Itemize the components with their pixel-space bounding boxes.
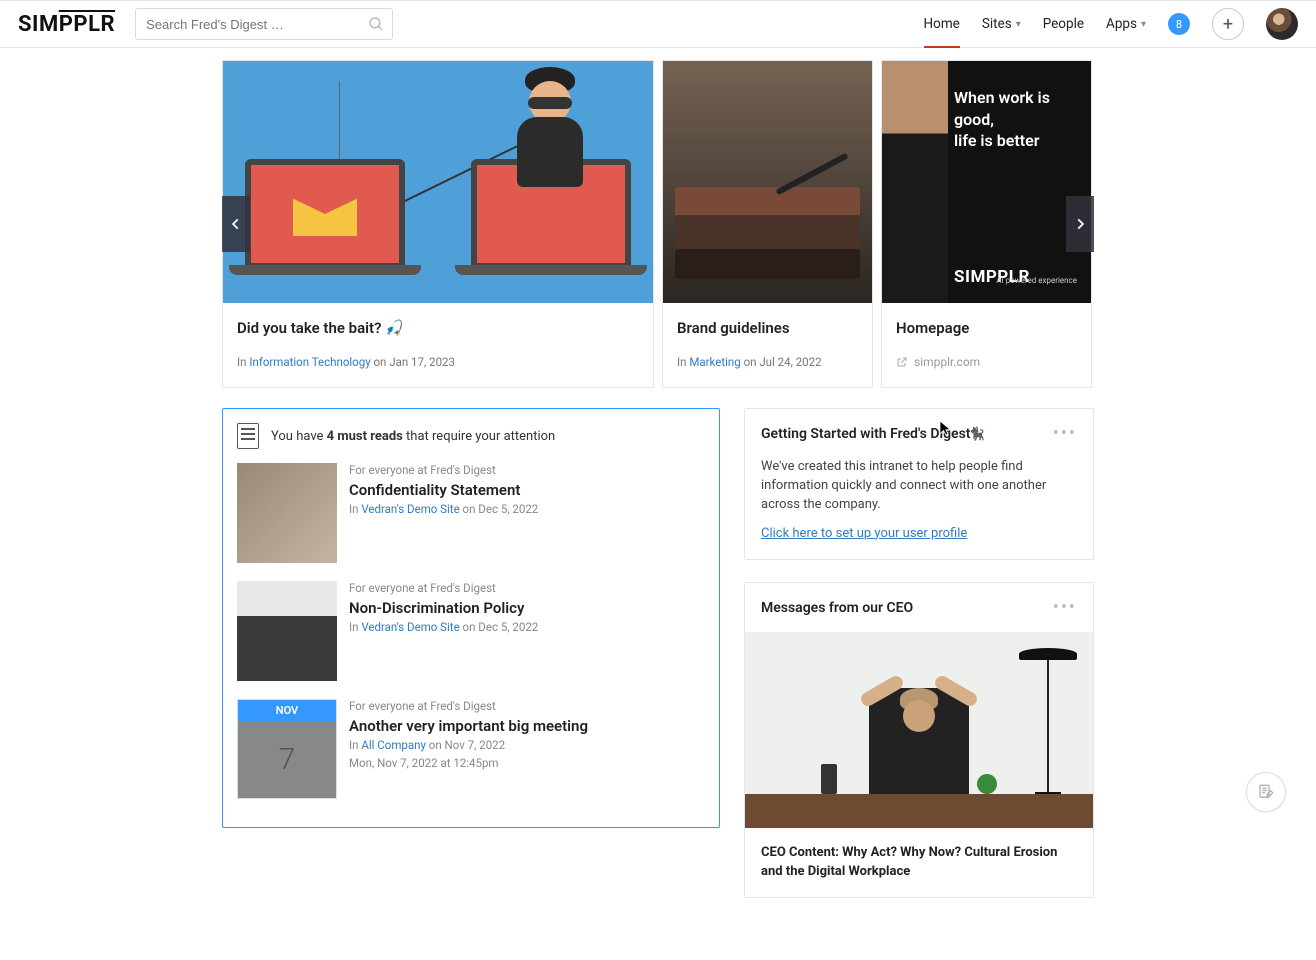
- chevron-right-icon: [1073, 217, 1087, 231]
- widget-menu[interactable]: •••: [1053, 423, 1077, 444]
- user-avatar[interactable]: [1266, 8, 1298, 40]
- ceo-image: [745, 632, 1093, 828]
- item-title: Another very important big meeting: [349, 717, 705, 735]
- carousel-card[interactable]: Brand guidelines In Marketing on Jul 24,…: [662, 60, 873, 388]
- site-link[interactable]: Vedran's Demo Site: [361, 620, 459, 634]
- nav-people[interactable]: People: [1043, 16, 1084, 32]
- item-title: Non-Discrimination Policy: [349, 599, 705, 617]
- item-datetime: Mon, Nov 7, 2022 at 12:45pm: [349, 756, 705, 770]
- carousel-prev[interactable]: [222, 196, 250, 252]
- card-title: Did you take the bait? 🎣: [237, 319, 639, 337]
- calendar-month: NOV: [238, 700, 336, 721]
- chevron-down-icon: ▾: [1016, 19, 1021, 30]
- external-link-icon: [896, 356, 908, 368]
- ceo-article-title[interactable]: CEO Content: Why Act? Why Now? Cultural …: [745, 828, 1093, 896]
- must-read-item[interactable]: For everyone at Fred's Digest Confidenti…: [237, 463, 705, 581]
- carousel-card[interactable]: When work is good,life is better SIMPPLR…: [881, 60, 1092, 388]
- site-link[interactable]: Information Technology: [249, 355, 370, 369]
- item-thumbnail: [237, 581, 337, 681]
- item-title: Confidentiality Statement: [349, 481, 705, 499]
- card-image: [663, 61, 872, 303]
- must-read-item[interactable]: NOV 7 For everyone at Fred's Digest Anot…: [237, 699, 705, 817]
- item-audience: For everyone at Fred's Digest: [349, 699, 705, 713]
- card-image: [223, 61, 653, 303]
- widget-menu[interactable]: •••: [1053, 597, 1077, 618]
- chevron-left-icon: [229, 217, 243, 231]
- item-meta: In All Company on Nov 7, 2022: [349, 738, 705, 752]
- widget-title: Messages from our CEO: [761, 600, 913, 616]
- overlay-tagline: AI powered experience: [996, 276, 1077, 285]
- getting-started-widget: Getting Started with Fred's Digest🐈‍⬛ ••…: [744, 408, 1094, 560]
- item-audience: For everyone at Fred's Digest: [349, 581, 705, 595]
- must-reads-header: You have 4 must reads that require your …: [237, 423, 705, 449]
- external-link[interactable]: simpplr.com: [896, 355, 1077, 369]
- search-input[interactable]: [135, 8, 393, 40]
- ceo-messages-widget: Messages from our CEO ••• CEO Content: W…: [744, 582, 1094, 897]
- site-link[interactable]: Vedran's Demo Site: [361, 502, 459, 516]
- document-icon: [237, 423, 259, 449]
- must-reads-widget: You have 4 must reads that require your …: [222, 408, 720, 828]
- card-title: Homepage: [896, 319, 1077, 337]
- hero-carousel: Did you take the bait? 🎣 In Information …: [222, 60, 1094, 388]
- site-link[interactable]: Marketing: [689, 355, 740, 369]
- site-link[interactable]: All Company: [361, 738, 426, 752]
- item-meta: In Vedran's Demo Site on Dec 5, 2022: [349, 620, 705, 634]
- widget-text: We've created this intranet to help peop…: [761, 458, 1077, 515]
- card-meta: In Information Technology on Jan 17, 202…: [237, 355, 639, 369]
- note-pencil-icon: [1257, 783, 1275, 801]
- must-read-item[interactable]: For everyone at Fred's Digest Non-Discri…: [237, 581, 705, 699]
- brand-logo[interactable]: SIMPPLR: [18, 12, 115, 37]
- card-image: When work is good,life is better SIMPPLR…: [882, 61, 1091, 303]
- feedback-fab[interactable]: [1246, 772, 1286, 812]
- card-meta: In Marketing on Jul 24, 2022: [677, 355, 858, 369]
- item-audience: For everyone at Fred's Digest: [349, 463, 705, 477]
- top-nav: Home Sites▾ People Apps▾ 8 +: [924, 8, 1298, 40]
- setup-profile-link[interactable]: Click here to set up your user profile: [761, 526, 967, 541]
- nav-home[interactable]: Home: [924, 16, 960, 48]
- create-button[interactable]: +: [1212, 8, 1244, 40]
- chevron-down-icon: ▾: [1141, 19, 1146, 30]
- search-box: [135, 8, 393, 40]
- cat-icon: 🐈‍⬛: [968, 427, 984, 442]
- nav-apps[interactable]: Apps▾: [1106, 16, 1146, 32]
- calendar-day: 7: [238, 721, 336, 798]
- item-thumbnail: [237, 463, 337, 563]
- search-icon: [367, 15, 385, 33]
- widget-title: Getting Started with Fred's Digest🐈‍⬛: [761, 426, 985, 442]
- card-title: Brand guidelines: [677, 319, 858, 337]
- nav-sites[interactable]: Sites▾: [982, 16, 1021, 32]
- carousel-card[interactable]: Did you take the bait? 🎣 In Information …: [222, 60, 654, 388]
- overlay-title: When work is good,life is better: [954, 87, 1073, 152]
- item-meta: In Vedran's Demo Site on Dec 5, 2022: [349, 502, 705, 516]
- calendar-thumbnail: NOV 7: [237, 699, 337, 799]
- carousel-next[interactable]: [1066, 196, 1094, 252]
- top-bar: SIMPPLR Home Sites▾ People Apps▾ 8 +: [0, 0, 1316, 48]
- notification-badge[interactable]: 8: [1168, 13, 1190, 35]
